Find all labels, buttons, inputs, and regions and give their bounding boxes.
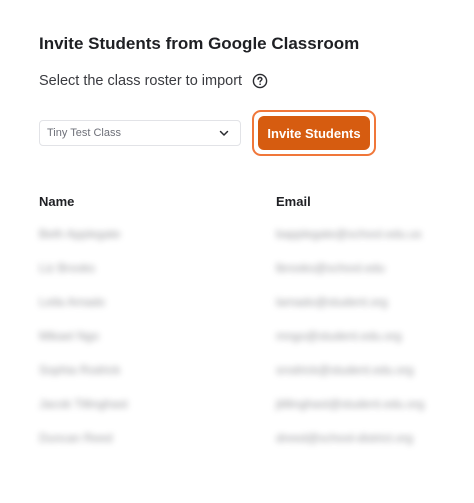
student-name: Jacob Tillinghast	[39, 397, 128, 411]
chevron-down-icon	[218, 127, 230, 139]
student-name: Liz Brooks	[39, 261, 96, 275]
student-email: lamado@student.org	[276, 295, 388, 309]
table-row: Sophia Rodrick srodrick@student.edu.org	[0, 360, 474, 394]
student-name: Leila Amado	[39, 295, 106, 309]
column-header-email: Email	[276, 194, 311, 209]
table-row: Duncan Reed dreed@school-district.org	[0, 428, 474, 462]
invite-students-dialog: Invite Students from Google Classroom Se…	[0, 0, 474, 503]
student-email: bapplegate@school.edu.us	[276, 227, 422, 241]
student-email: lbrooks@school.edu	[276, 261, 385, 275]
question-circle-icon[interactable]	[252, 73, 268, 89]
student-name: Duncan Reed	[39, 431, 113, 445]
table-row: Mikael Ngo mngo@student.edu.org	[0, 326, 474, 360]
subtitle-row: Select the class roster to import	[39, 73, 268, 89]
student-name: Sophia Rodrick	[39, 363, 121, 377]
table-row: Jacob Tillinghast jtillinghast@student.e…	[0, 394, 474, 428]
student-email: srodrick@student.edu.org	[276, 363, 414, 377]
class-roster-select-value: Tiny Test Class	[47, 127, 121, 139]
student-email: jtillinghast@student.edu.org	[276, 397, 425, 411]
page-title: Invite Students from Google Classroom	[39, 34, 360, 53]
student-email: dreed@school-district.org	[276, 431, 413, 445]
invite-students-button[interactable]: Invite Students	[258, 116, 370, 150]
table-row: Leila Amado lamado@student.org	[0, 292, 474, 326]
column-header-name: Name	[39, 194, 75, 209]
subtitle: Select the class roster to import	[39, 73, 243, 89]
student-name: Beth Applegate	[39, 227, 121, 241]
table-row: Beth Applegate bapplegate@school.edu.us	[0, 224, 474, 258]
table-row: Liz Brooks lbrooks@school.edu	[0, 258, 474, 292]
student-name: Mikael Ngo	[39, 329, 100, 343]
student-list: Beth Applegate bapplegate@school.edu.us …	[0, 224, 474, 462]
student-email: mngo@student.edu.org	[276, 329, 402, 343]
class-roster-select[interactable]: Tiny Test Class	[39, 120, 241, 146]
